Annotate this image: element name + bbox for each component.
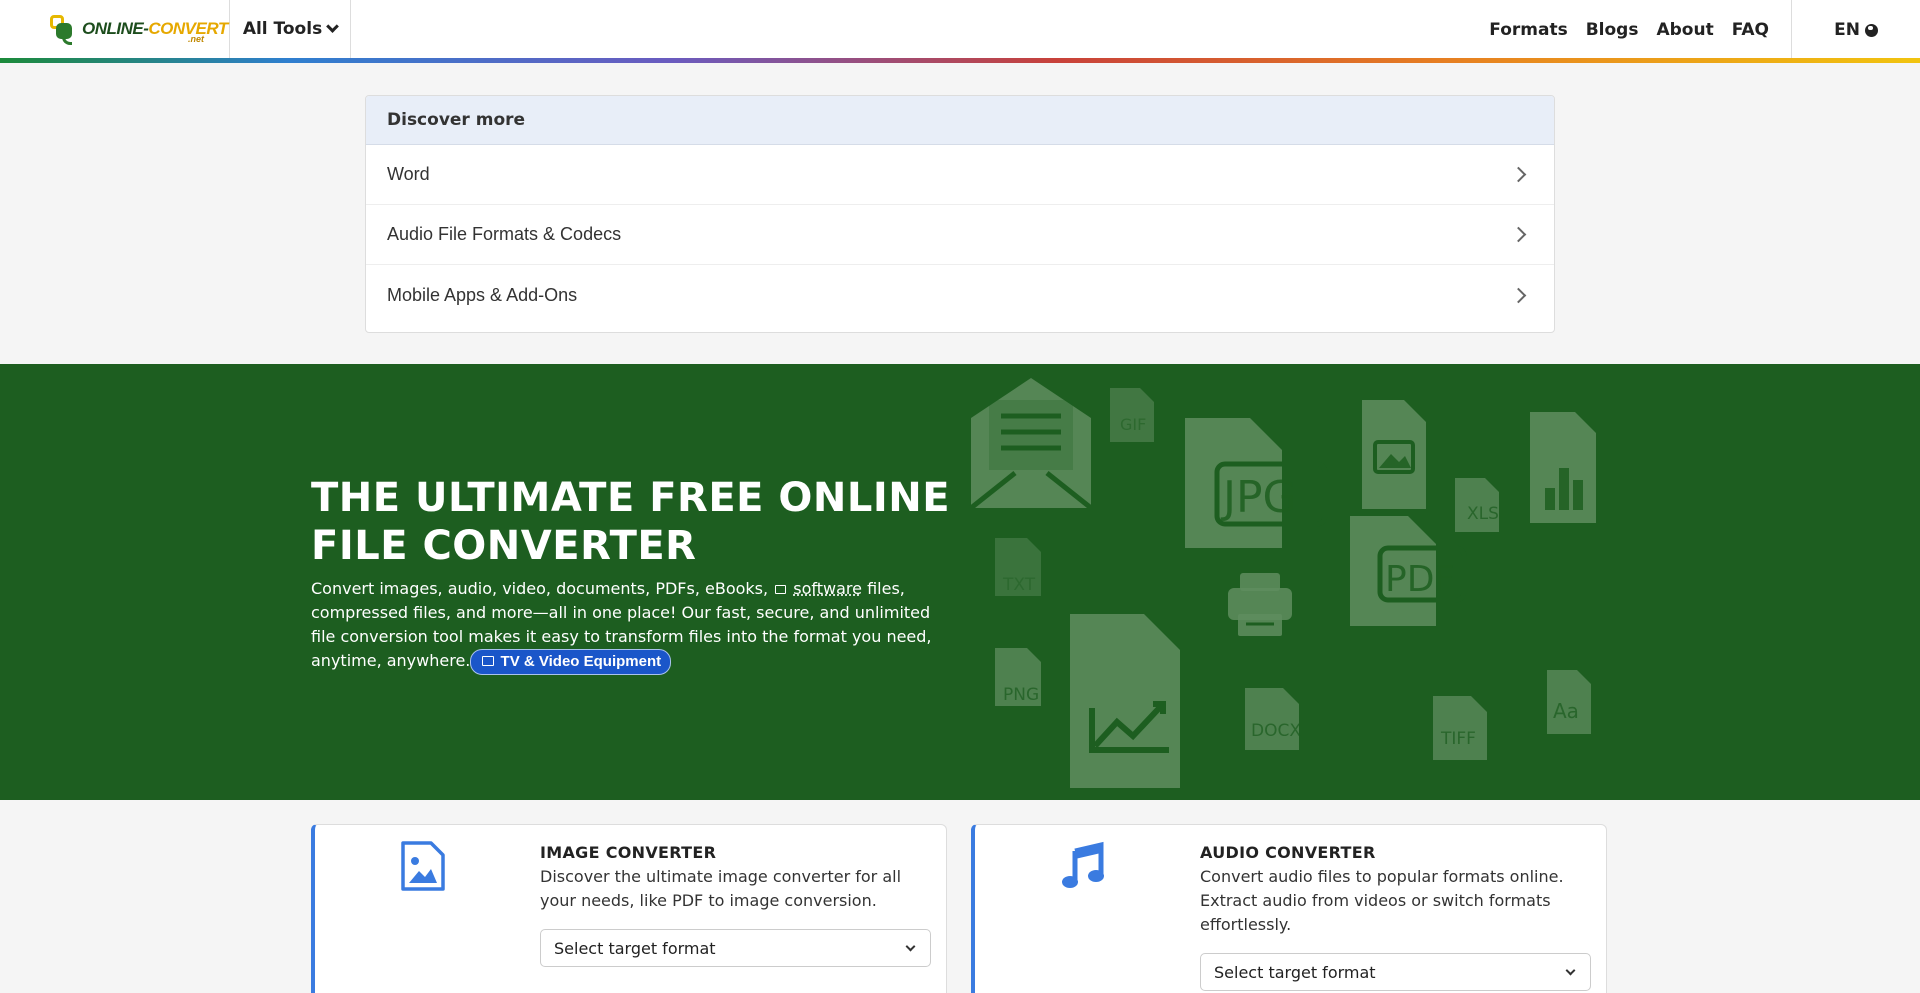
discover-item-word[interactable]: Word: [366, 145, 1554, 205]
chevron-right-icon: [1510, 226, 1527, 243]
language-selector[interactable]: EN: [1791, 0, 1920, 60]
all-tools-label: All Tools: [242, 19, 323, 39]
discover-item-label: Mobile Apps & Add-Ons: [387, 284, 578, 305]
jpg-file-icon: JPG: [1185, 418, 1328, 548]
svg-text:PNG: PNG: [1003, 685, 1039, 705]
main-nav: Formats Blogs About FAQ: [1489, 0, 1791, 60]
site-logo[interactable]: ONLINE-CONVERT .net: [0, 0, 230, 58]
png-file-icon: PNG: [995, 648, 1041, 706]
audio-converter-card: AUDIO CONVERTER Convert audio files to p…: [971, 824, 1607, 993]
discover-item-mobile-apps[interactable]: Mobile Apps & Add-Ons: [366, 265, 1554, 325]
logo-subtext: .net: [188, 34, 205, 44]
discover-item-audio-formats[interactable]: Audio File Formats & Codecs: [366, 205, 1554, 265]
chevron-down-icon: [1565, 965, 1576, 975]
pdf-file-icon: PDF: [1350, 516, 1467, 626]
chart-file-icon: [1530, 412, 1596, 523]
svg-text:TXT: TXT: [1002, 575, 1036, 595]
envelope-icon: [969, 378, 1093, 510]
line-chart-file-icon: [1070, 614, 1180, 788]
image-converter-card: IMAGE CONVERTER Discover the ultimate im…: [311, 824, 947, 993]
language-label: EN: [1834, 20, 1860, 40]
chevron-down-icon: [905, 941, 916, 951]
chevron-down-icon: [326, 19, 340, 33]
audio-converter-description: Convert audio files to popular formats o…: [1200, 867, 1564, 934]
gif-file-icon: GIF: [1110, 388, 1154, 442]
tv-video-equipment-badge[interactable]: TV & Video Equipment: [470, 649, 672, 675]
music-note-icon: [1062, 841, 1104, 888]
svg-text:JPG: JPG: [1220, 472, 1297, 523]
discover-more-title: Discover more: [366, 96, 1554, 145]
globe-icon: [1864, 23, 1878, 37]
chevron-right-icon: [1510, 166, 1527, 183]
hero-description: Convert images, audio, video, documents,…: [311, 577, 951, 675]
logo-mark-icon: [48, 13, 80, 45]
logo-text: ONLINE-CONVERT: [82, 19, 228, 38]
nav-about[interactable]: About: [1656, 20, 1713, 40]
tv-icon: [482, 656, 495, 666]
image-converter-description: Discover the ultimate image converter fo…: [540, 867, 902, 910]
select-label: Select target format: [1214, 962, 1376, 982]
audio-converter-title: AUDIO CONVERTER: [1200, 843, 1376, 862]
discover-item-label: Audio File Formats & Codecs: [387, 224, 622, 244]
font-file-icon: Aa: [1547, 670, 1591, 734]
all-tools-dropdown[interactable]: All Tools: [230, 0, 351, 58]
audio-target-format-select[interactable]: Select target format: [1200, 953, 1591, 991]
chevron-right-icon: [1510, 287, 1527, 303]
svg-text:XLS: XLS: [1467, 504, 1499, 524]
select-label: Select target format: [554, 938, 716, 958]
software-icon: [775, 585, 787, 594]
svg-text:DOCX: DOCX: [1251, 721, 1301, 741]
svg-text:Aa: Aa: [1553, 699, 1579, 723]
site-header: ONLINE-CONVERT .net All Tools Formats Bl…: [0, 0, 1920, 60]
printer-icon: [1228, 573, 1292, 636]
txt-file-icon: TXT: [995, 538, 1041, 596]
image-converter-title: IMAGE CONVERTER: [540, 843, 717, 862]
image-file-icon: [1362, 400, 1426, 509]
nav-faq[interactable]: FAQ: [1732, 20, 1769, 40]
svg-text:GIF: GIF: [1120, 415, 1146, 434]
image-file-icon: [401, 841, 445, 891]
svg-text:TIFF: TIFF: [1440, 729, 1476, 749]
svg-text:PDF: PDF: [1385, 559, 1455, 600]
software-link[interactable]: software: [793, 579, 862, 598]
discover-more-panel: Discover more Word Audio File Formats & …: [365, 95, 1555, 333]
tiff-file-icon: TIFF: [1433, 696, 1487, 760]
header-gradient-bar: [0, 58, 1920, 63]
file-formats-illustration: GIF JPG XLS TXT PDF PNG DOCX TIFF Aa: [969, 378, 1596, 788]
docx-file-icon: DOCX: [1245, 688, 1301, 750]
xls-file-icon: XLS: [1455, 478, 1499, 532]
discover-item-label: Word: [387, 164, 430, 184]
nav-formats[interactable]: Formats: [1489, 20, 1567, 40]
nav-blogs[interactable]: Blogs: [1586, 20, 1639, 40]
hero-title: THE ULTIMATE FREE ONLINE FILE CONVERTER: [311, 475, 951, 569]
hero-section: THE ULTIMATE FREE ONLINE FILE CONVERTER …: [0, 364, 1920, 800]
image-target-format-select[interactable]: Select target format: [540, 929, 931, 967]
